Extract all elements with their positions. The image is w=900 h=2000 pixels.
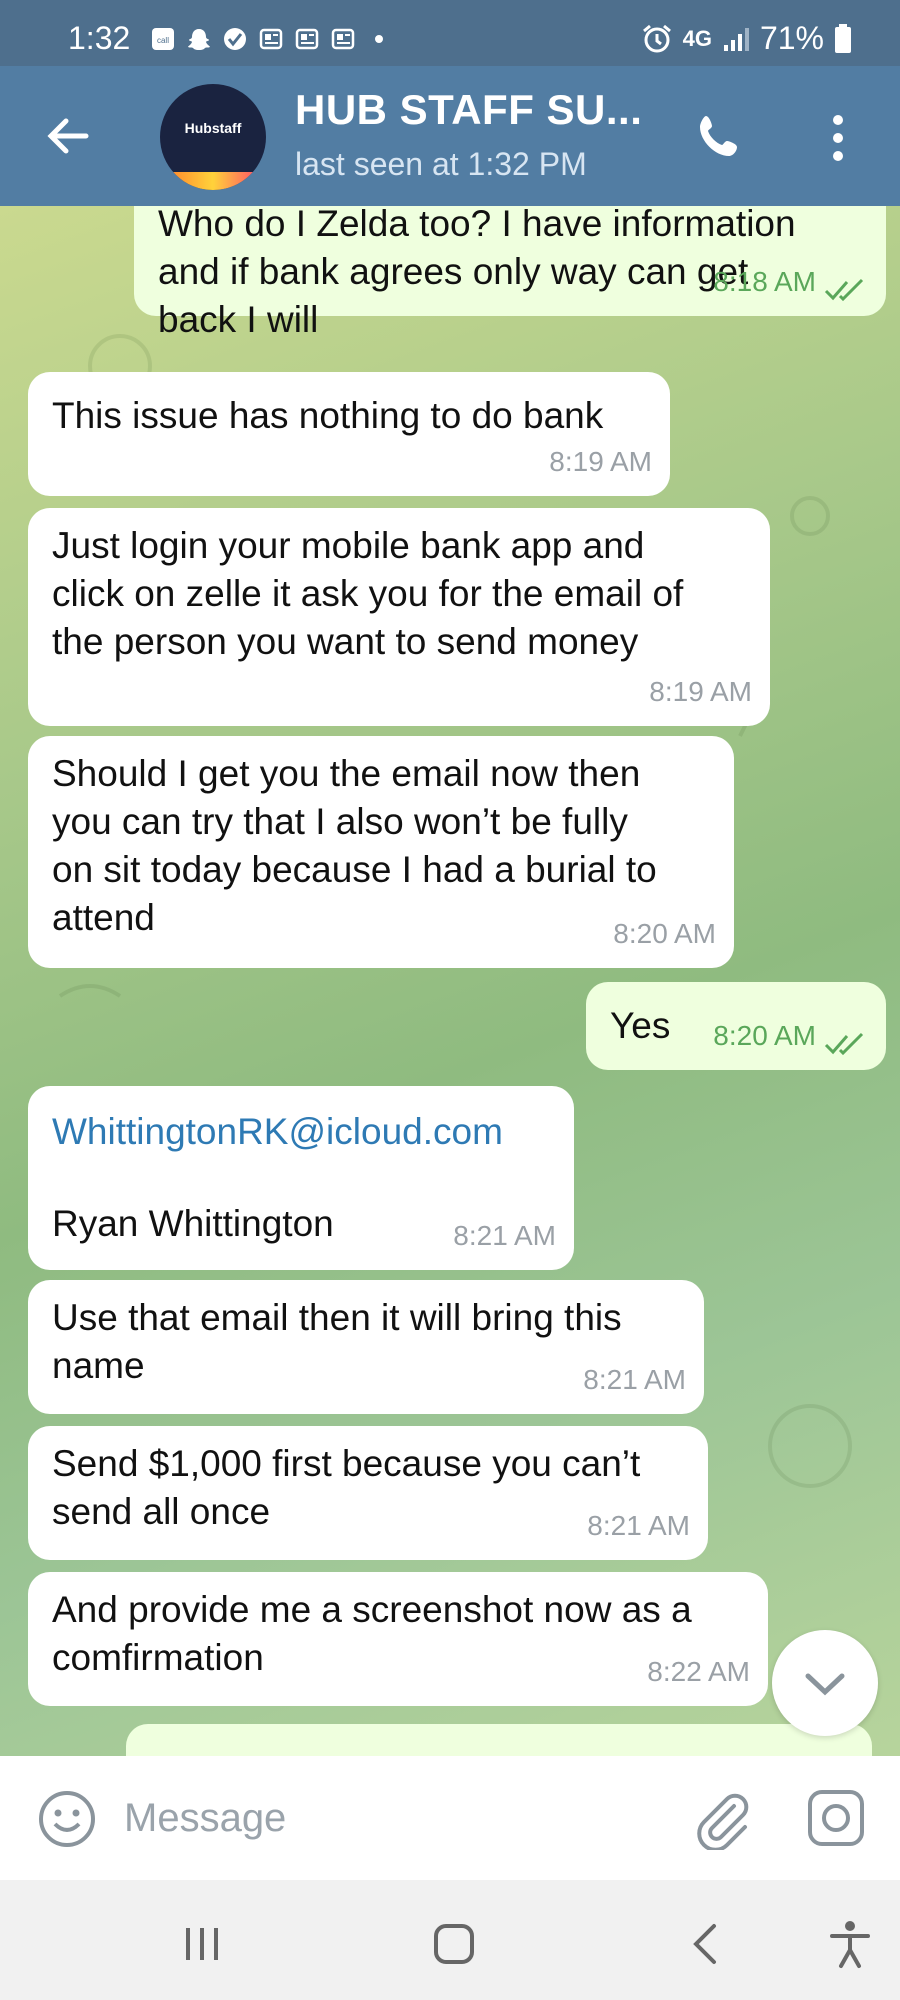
recent-apps-icon[interactable] [172,1914,232,1974]
accessibility-icon[interactable] [820,1914,880,1974]
message-bubble[interactable]: Use that email then it will bring this n… [28,1280,704,1414]
chat-title[interactable]: HUB STAFF SU... [295,86,642,134]
svg-text:call: call [157,36,169,45]
dot-icon [375,35,383,43]
news-icon [259,28,283,50]
message-composer [0,1756,900,1880]
message-time: 8:21 AM [453,1220,556,1251]
message-bubble[interactable]: This issue has nothing to do bank 8:19 A… [28,372,670,496]
message-input[interactable] [124,1786,664,1850]
message-bubble[interactable]: Yes 8:20 AM [586,982,886,1070]
back-nav-icon[interactable] [676,1914,736,1974]
notification-icons: call [150,26,392,52]
snapchat-icon [188,29,210,50]
read-checkmarks-icon [824,1032,864,1056]
system-nav-bar [0,1880,900,2000]
verified-icon [224,28,246,50]
call-filter-icon: call [152,28,174,50]
news-icon [331,28,355,50]
read-checkmarks-icon [824,278,864,302]
back-arrow-icon[interactable] [38,106,98,166]
message-time: 8:21 AM [587,1510,690,1541]
news-icon [295,28,319,50]
chat-header: Hubstaff HUB STAFF SU... last seen at 1:… [0,66,900,206]
emoji-icon[interactable] [36,1788,98,1850]
last-seen-status: last seen at 1:32 PM [295,146,587,182]
scroll-down-button[interactable] [772,1630,878,1736]
message-time: 8:19 AM [649,676,752,707]
message-bubble[interactable]: Just login your mobile bank app and clic… [28,508,770,726]
message-bubble[interactable]: Send $1,000 first because you can’t send… [28,1426,708,1560]
message-list[interactable]: Who do I Zelda too? I have information a… [0,206,900,1756]
message-bubble[interactable]: Should I get you the email now then you … [28,736,734,968]
message-bubble-partial[interactable] [126,1724,872,1756]
avatar-stripe [160,172,266,190]
status-bar: 1:32 call 4G 71% [0,0,900,66]
message-time: 8:19 AM [549,446,652,477]
email-link[interactable]: WhittingtonRK@icloud.com [28,1086,574,1156]
message-time: 8:22 AM [647,1656,750,1687]
battery-percent: 71% [759,20,824,56]
alarm-icon [642,24,671,52]
more-options-icon[interactable] [818,108,858,168]
message-time: 8:20 AM [713,1020,816,1051]
message-bubble[interactable]: Who do I Zelda too? I have information a… [134,206,886,340]
home-icon[interactable] [424,1914,484,1974]
battery-icon [835,23,851,53]
message-text: This issue has nothing to do bank [52,395,604,436]
message-time: 8:18 AM [713,266,816,297]
network-type: 4G [682,25,712,51]
message-time: 8:21 AM [583,1364,686,1395]
avatar[interactable]: Hubstaff [160,84,266,190]
phone-icon[interactable] [690,108,750,168]
avatar-label: Hubstaff [184,120,242,136]
message-text: Just login your mobile bank app and clic… [52,525,684,662]
chevron-down-icon [805,1673,845,1696]
message-bubble[interactable]: WhittingtonRK@icloud.com Ryan Whittingto… [28,1086,574,1270]
paperclip-icon[interactable] [690,1786,754,1850]
camera-icon[interactable] [804,1786,868,1850]
message-time: 8:20 AM [613,918,716,949]
system-status: 4G 71% [641,20,852,57]
signal-icon [723,27,749,51]
message-bubble[interactable]: And provide me a screenshot now as a com… [28,1572,768,1706]
status-time: 1:32 [68,20,131,56]
